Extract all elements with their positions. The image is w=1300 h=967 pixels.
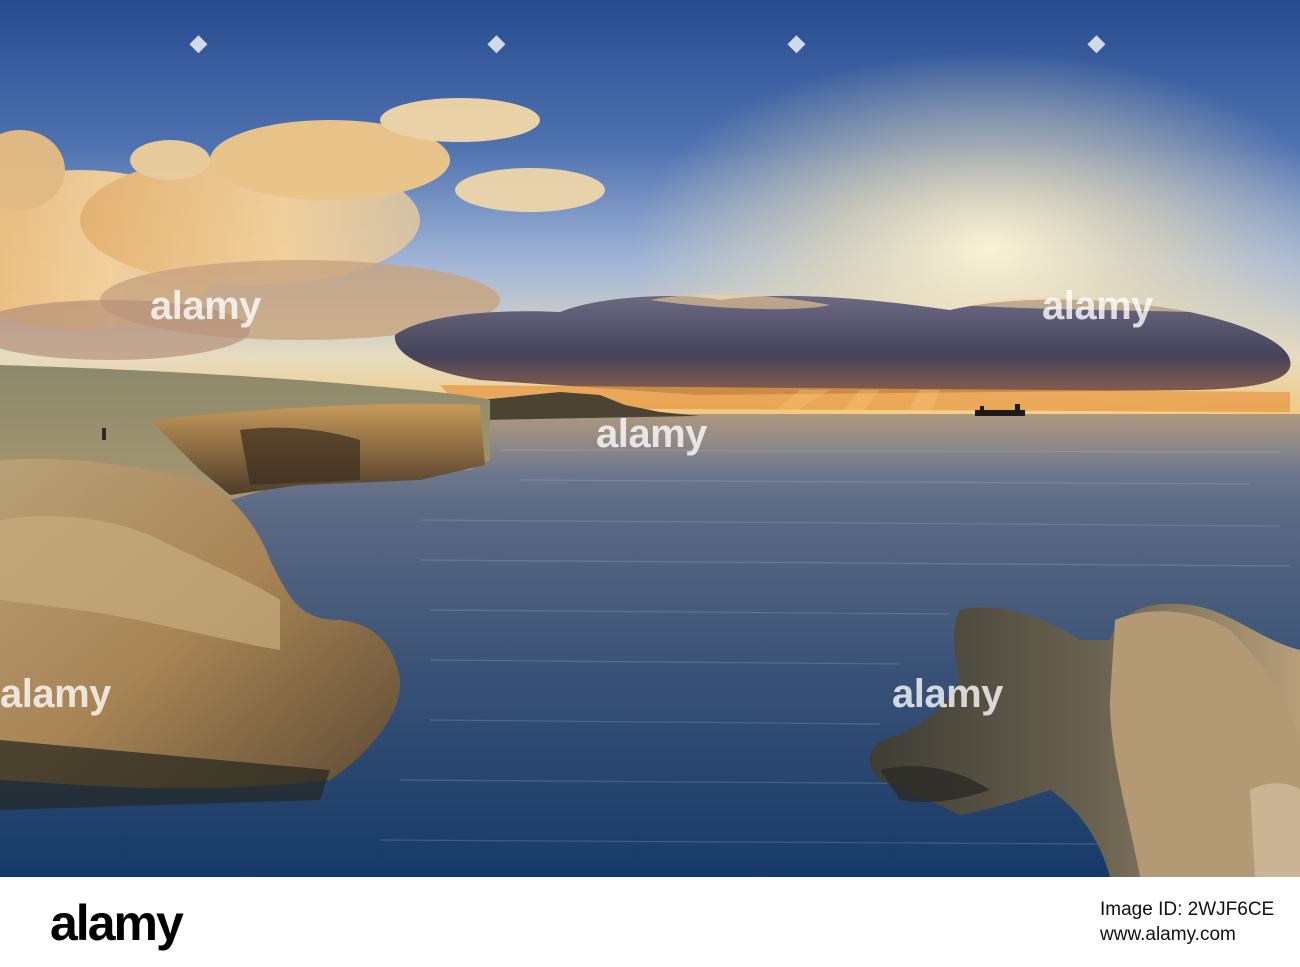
storm-cloud <box>394 294 1291 412</box>
site-url: www.alamy.com <box>1100 924 1236 945</box>
alamy-logo: alamy <box>50 895 184 951</box>
sea-reflection <box>480 414 1300 474</box>
image-id: Image ID: 2WJF6CE <box>1100 899 1275 920</box>
stock-footer: alamy Image ID: 2WJF6CE www.alamy.com <box>0 877 1300 967</box>
photo: ◆ ◆ ◆ ◆ alamy alamy alamy alamy alamy <box>0 0 1300 877</box>
coastal-scene <box>0 0 1300 877</box>
